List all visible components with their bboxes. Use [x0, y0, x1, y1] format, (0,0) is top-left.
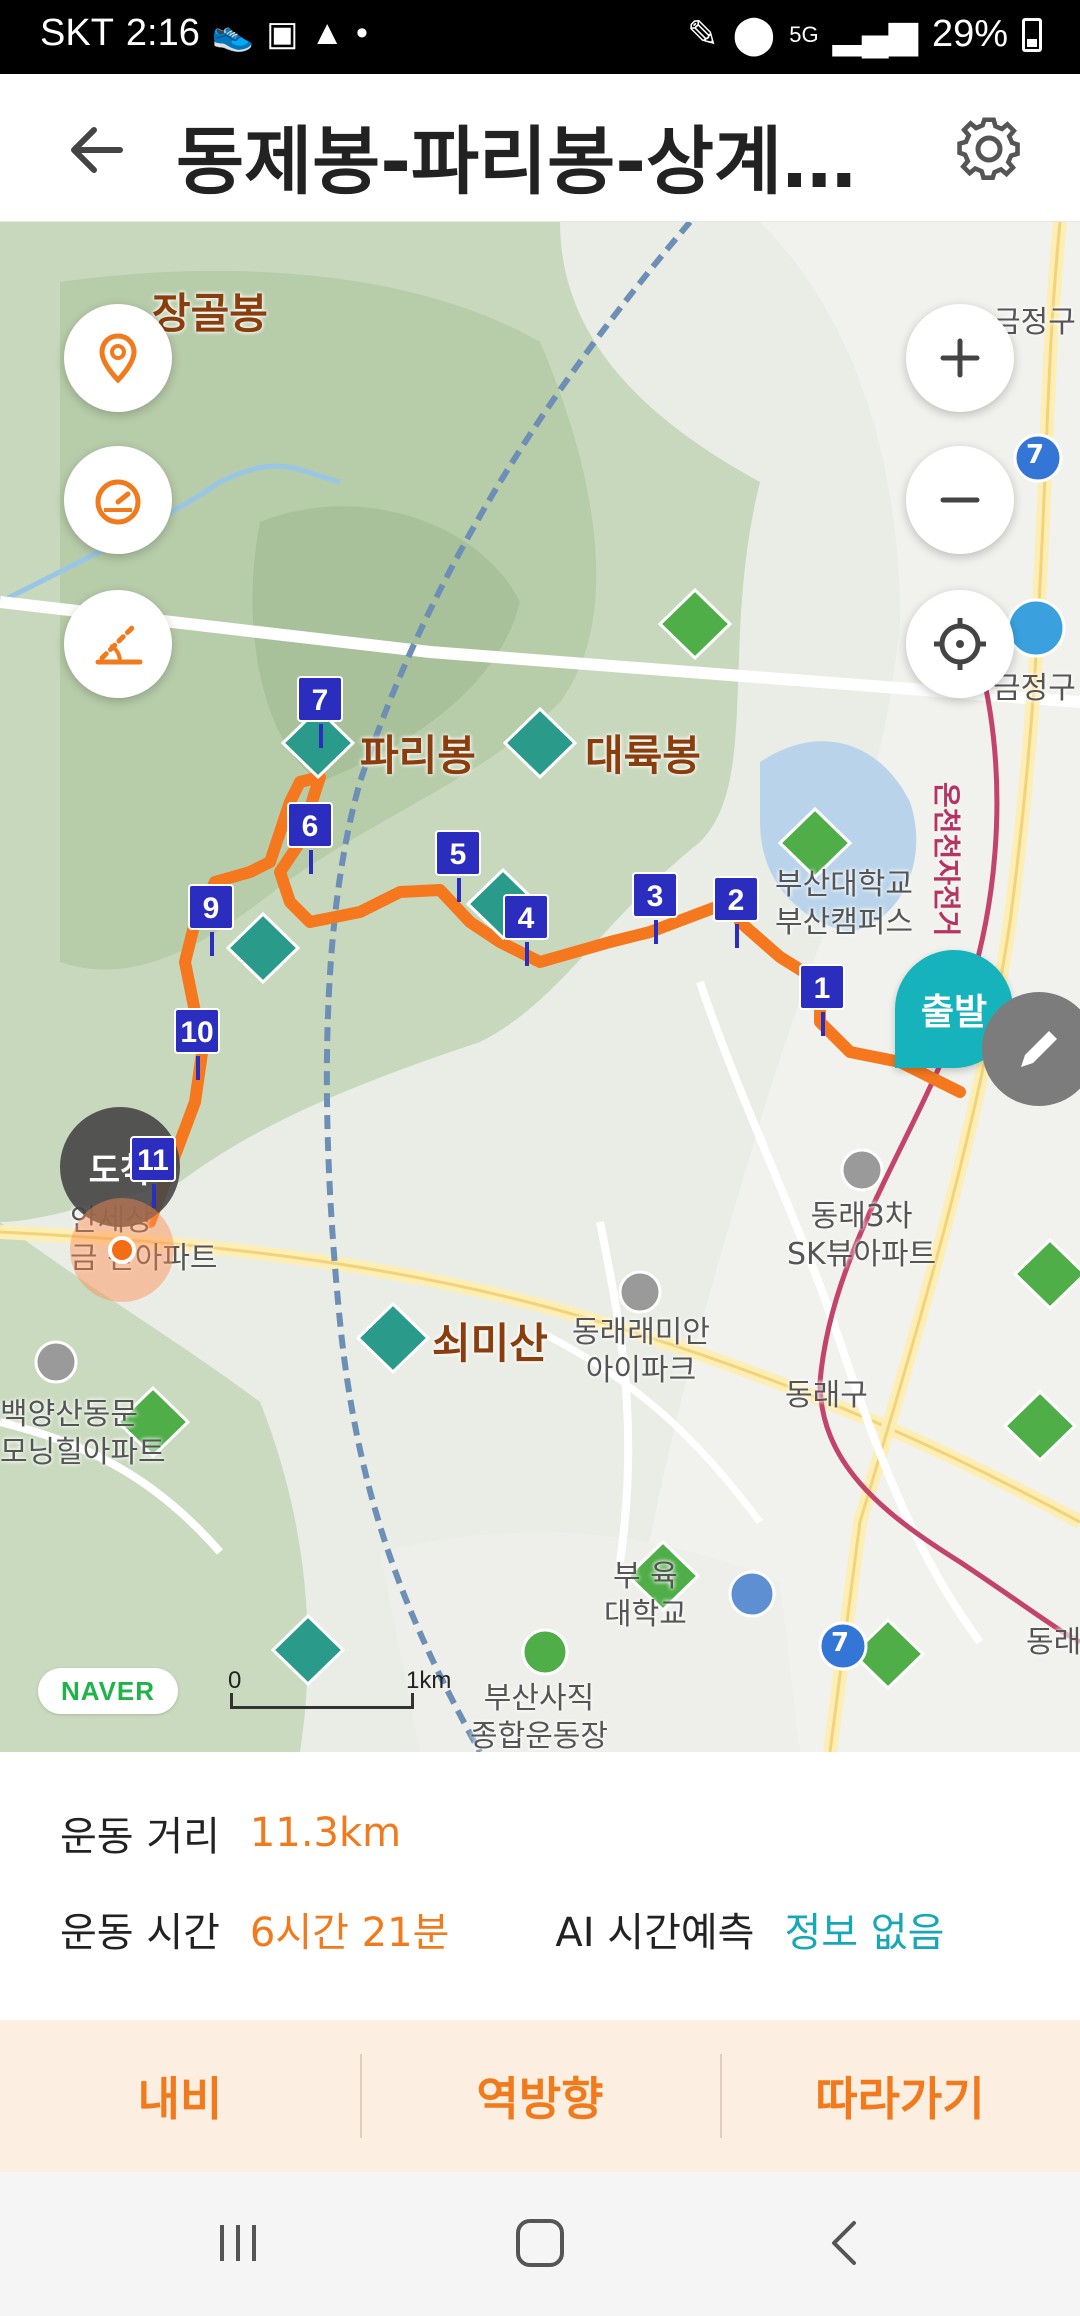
map-scale: 0 1km — [228, 1667, 478, 1717]
ai-time-value: 정보 없음 — [784, 1910, 945, 1956]
signal-icon: ▂▄▆ — [832, 14, 918, 56]
recent-apps-button[interactable] — [198, 2208, 278, 2278]
slope-icon — [95, 625, 143, 665]
shoe-icon: 👟 — [211, 14, 255, 53]
peak-label-paribong: 파리봉 — [360, 731, 476, 780]
road-badge: 7 — [831, 1628, 850, 1658]
peak-label-janggolbong: 장골봉 — [152, 289, 268, 338]
status-right: ✎ ⬤ 5G ▂▄▆ 29% — [687, 12, 1042, 57]
poi-toggle-button[interactable] — [64, 304, 172, 412]
naver-logo: NAVER — [38, 1668, 178, 1714]
waypoint-marker[interactable]: 2 — [713, 876, 759, 948]
image-icon: ▣ — [266, 14, 299, 53]
dot-icon: • — [356, 14, 368, 52]
elevation-button[interactable] — [64, 590, 172, 698]
waypoint-marker[interactable]: 4 — [503, 894, 549, 966]
zoom-in-button[interactable] — [906, 304, 1014, 412]
scale-end-label: 1km — [406, 1667, 452, 1694]
network-label: 5G — [789, 21, 819, 47]
time-row: 운동 시간 6시간 21분 AI 시간예측 정보 없음 — [60, 1900, 944, 1958]
clock: 2:16 — [125, 12, 200, 54]
battery-icon — [1022, 17, 1042, 52]
status-bar: SKT 2:16 👟 ▣ ▲ • ✎ ⬤ 5G ▂▄▆ 29% — [0, 0, 1080, 74]
bike-path-label: 온천천자전거 — [930, 782, 963, 937]
back-arrow-icon — [71, 127, 123, 173]
waypoint-marker[interactable]: 1 — [799, 964, 845, 1036]
speed-button[interactable] — [64, 446, 172, 554]
minus-icon — [940, 497, 980, 503]
battery-percent: 29% — [931, 13, 1008, 55]
place-label-geumjeong-gu: 금정구 — [993, 671, 1076, 706]
settings-button[interactable] — [950, 110, 1028, 188]
distance-row: 운동 거리 11.3km — [60, 1804, 401, 1862]
road-badge: 7 — [1026, 440, 1045, 470]
place-label-sk-view: 동래3차 SK뷰아파트 — [787, 1199, 937, 1272]
distance-label: 운동 거리 — [60, 1814, 220, 1860]
carrier-label: SKT — [40, 12, 114, 54]
location-icon: ⬤ — [732, 14, 776, 56]
waypoint-marker[interactable]: 9 — [188, 884, 234, 956]
current-location-marker — [70, 1198, 174, 1302]
place-label-edu-univ: 부 육 대학교 — [604, 1559, 687, 1632]
route-info-panel: 운동 거리 11.3km 운동 시간 6시간 21분 AI 시간예측 정보 없음 — [0, 1752, 1080, 2020]
place-label-pusan-univ: 부산대학교 부산캠퍼스 — [775, 867, 913, 940]
place-label-dongnae: 동래 — [1026, 1625, 1080, 1660]
scale-bar — [230, 1693, 414, 1709]
place-label-dongnae-gu: 동래구 — [785, 1378, 868, 1413]
plus-icon — [940, 338, 980, 378]
place-label-baekyang: 백양산동문 모닝힐아파트 — [0, 1397, 166, 1470]
action-bar: 내비 역방향 따라가기 — [0, 2020, 1080, 2172]
chevron-left-icon — [832, 2221, 856, 2265]
waypoint-marker[interactable]: 3 — [632, 872, 678, 944]
warning-icon: ▲ — [310, 14, 344, 52]
waypoint-marker[interactable]: 6 — [287, 802, 333, 874]
place-label-stadium: 부산사직 종합운동장 — [470, 1681, 608, 1752]
waypoint-marker[interactable]: 7 — [297, 676, 343, 748]
pen-icon: ✎ — [686, 14, 719, 56]
distance-value: 11.3km — [249, 1810, 402, 1856]
locate-button[interactable] — [906, 590, 1014, 698]
home-icon — [516, 2219, 564, 2267]
app-header: 동제봉-파리봉-상계… — [0, 74, 1080, 222]
recent-apps-icon — [220, 2225, 256, 2261]
waypoint-marker[interactable]: 11 — [130, 1136, 176, 1208]
speedometer-icon — [95, 479, 141, 525]
status-left: SKT 2:16 👟 ▣ ▲ • — [40, 12, 368, 55]
peak-label-daeryukbong: 대륙봉 — [585, 731, 701, 780]
page-title: 동제봉-파리봉-상계… — [176, 119, 857, 205]
waypoint-marker[interactable]: 10 — [174, 1008, 220, 1080]
scale-start-label: 0 — [228, 1667, 242, 1694]
zoom-out-button[interactable] — [906, 446, 1014, 554]
time-label: 운동 시간 — [60, 1910, 220, 1956]
pencil-icon — [1021, 1031, 1057, 1067]
crosshair-icon — [934, 618, 986, 670]
navi-button[interactable]: 내비 — [0, 2020, 360, 2172]
nav-back-button[interactable] — [806, 2208, 886, 2278]
place-label-raemian: 동래래미안 아이파크 — [572, 1315, 710, 1388]
ai-time-label: AI 시간예측 — [555, 1910, 755, 1956]
system-nav-bar — [0, 2172, 1080, 2316]
follow-button[interactable]: 따라가기 — [720, 2020, 1080, 2172]
back-button[interactable] — [58, 110, 138, 190]
waypoint-marker[interactable]: 5 — [435, 830, 481, 902]
home-button[interactable] — [500, 2208, 580, 2278]
map-pin-icon — [99, 333, 137, 384]
map-view[interactable]: 7 7 장골봉 파리봉 대륙봉 쇠미산 부산대학교 부산캠퍼스 동래3차 SK뷰… — [0, 222, 1080, 1752]
time-value: 6시간 21분 — [249, 1910, 450, 1956]
gear-icon — [957, 117, 1020, 181]
peak-label-soemisan: 쇠미산 — [432, 1319, 548, 1368]
reverse-button[interactable]: 역방향 — [360, 2020, 720, 2172]
